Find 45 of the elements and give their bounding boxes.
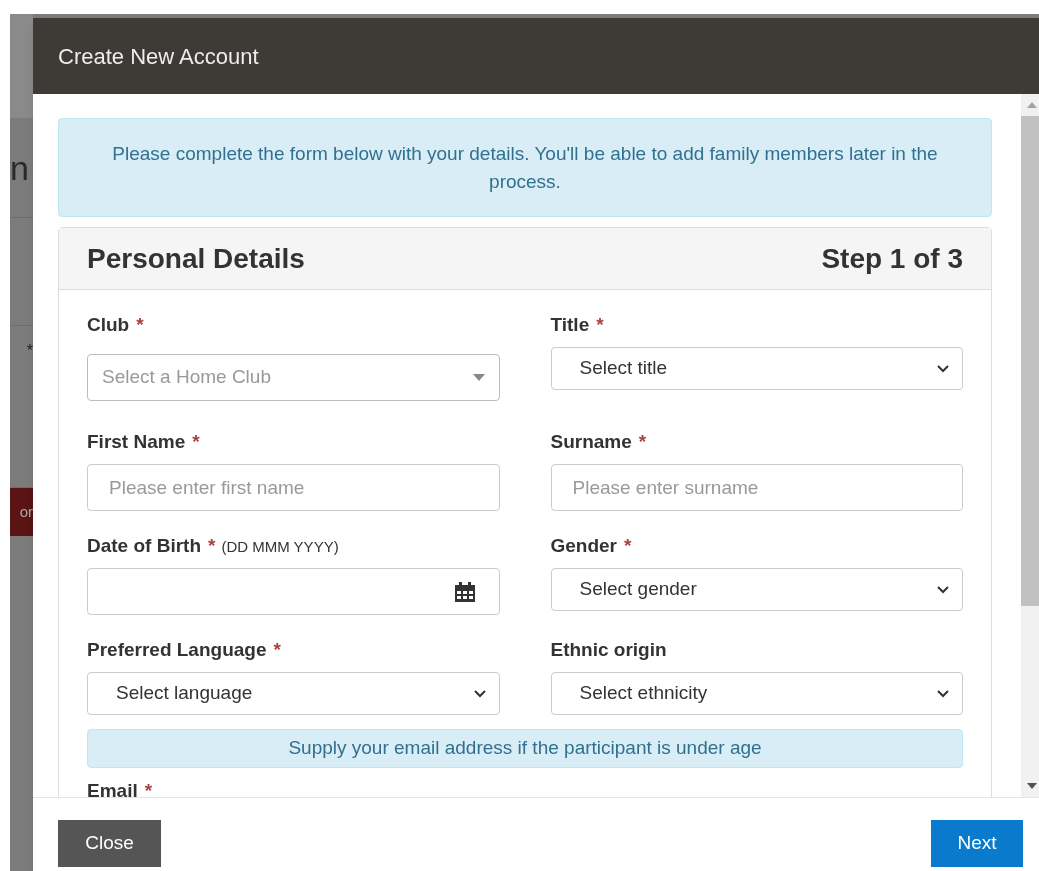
required-asterisk: *	[273, 639, 281, 661]
next-button[interactable]: Next	[931, 820, 1023, 867]
page-heading-fragment: n	[10, 147, 29, 188]
select-field[interactable]: Select ethnicity	[550, 672, 963, 715]
field-label: First Name	[87, 431, 186, 453]
panel-title: Personal Details	[87, 241, 305, 276]
required-asterisk: *	[136, 314, 144, 336]
scroll-down-icon[interactable]	[1027, 783, 1037, 789]
field-label: Ethnic origin	[550, 639, 667, 661]
page-button[interactable]: or	[10, 488, 33, 536]
format-hint: (DD MMM YYYY)	[221, 537, 339, 557]
field-label: Surname	[550, 431, 632, 453]
field-label: Gender	[550, 535, 618, 557]
calendar-icon	[453, 581, 476, 602]
close-button[interactable]: Close	[58, 820, 161, 867]
chevron-down-icon	[936, 364, 950, 373]
scrollbar[interactable]	[1021, 94, 1039, 797]
caret-down-icon	[472, 374, 485, 381]
scrollbar-thumb[interactable]	[1021, 116, 1039, 606]
required-asterisk: *	[144, 780, 153, 797]
date-field[interactable]	[87, 568, 500, 615]
chevron-down-icon	[472, 689, 487, 698]
field-label: Email	[87, 780, 138, 797]
step-indicator: Step 1 of 3	[821, 241, 963, 276]
info-alert: Supply your email address if the participant is under age	[87, 729, 963, 768]
text-input[interactable]: Please enter first name	[87, 464, 500, 511]
page-label-fragment: *	[26, 341, 33, 361]
dialog-title: Create New Account	[58, 42, 259, 71]
scroll-up-icon[interactable]	[1027, 102, 1037, 108]
required-asterisk: *	[192, 431, 200, 453]
field-label: Title	[550, 314, 590, 336]
select-field[interactable]: Select title	[550, 347, 963, 390]
chevron-down-icon	[936, 689, 950, 698]
select-field[interactable]: Select gender	[550, 568, 963, 611]
text-input[interactable]: Please enter surname	[550, 464, 963, 511]
field-label: Date of Birth	[87, 535, 201, 557]
field-label: Preferred Language	[87, 639, 267, 661]
select-field[interactable]: Select language	[87, 672, 500, 715]
field-label: Club	[87, 314, 130, 336]
chevron-down-icon	[936, 585, 950, 594]
required-asterisk: *	[596, 314, 604, 336]
required-asterisk: *	[208, 535, 216, 557]
info-alert: Please complete the form below with your details. You'll be able to add family members later in the process.	[58, 118, 992, 217]
required-asterisk: *	[624, 535, 632, 557]
required-asterisk: *	[638, 431, 647, 453]
